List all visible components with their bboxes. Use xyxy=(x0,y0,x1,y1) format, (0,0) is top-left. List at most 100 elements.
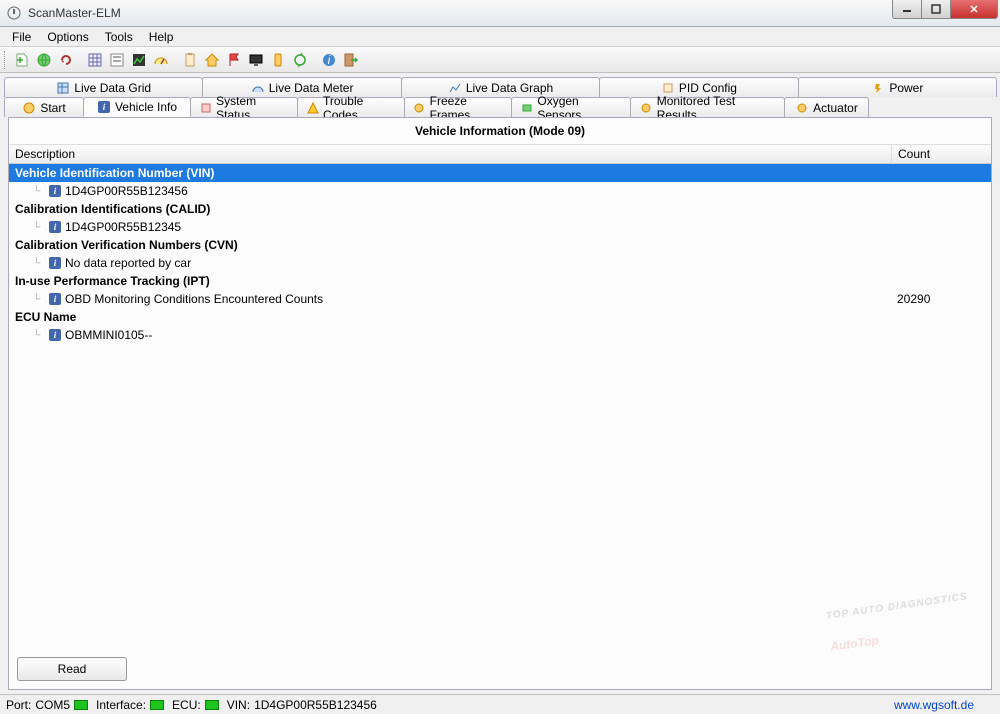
tree-row-text: 1D4GP00R55B12345 xyxy=(65,220,181,234)
panel-title: Vehicle Information (Mode 09) xyxy=(9,118,991,144)
refresh-icon[interactable] xyxy=(56,50,76,70)
window-title: ScanMaster-ELM xyxy=(26,6,893,20)
tab-monitored-test-results[interactable]: Monitored Test Results xyxy=(630,97,785,117)
form-icon[interactable] xyxy=(107,50,127,70)
tab-live-data-grid[interactable]: Live Data Grid xyxy=(4,77,203,97)
tab-label: Power xyxy=(889,81,923,95)
tree-row[interactable]: ECU Name xyxy=(9,308,991,326)
tree-row-text: OBMMINI0105-- xyxy=(65,328,152,342)
watermark-sub: TOP AUTO DIAGNOSTICS xyxy=(826,591,969,622)
sync-icon[interactable] xyxy=(290,50,310,70)
tree-row-text: In-use Performance Tracking (IPT) xyxy=(15,274,210,288)
tree-row[interactable]: In-use Performance Tracking (IPT) xyxy=(9,272,991,290)
gauge-icon[interactable] xyxy=(151,50,171,70)
tree-row[interactable]: Vehicle Identification Number (VIN) xyxy=(9,164,991,182)
menu-tools[interactable]: Tools xyxy=(97,28,141,46)
statusbar: Port: COM5 Interface: ECU: VIN: 1D4GP00R… xyxy=(0,694,1000,714)
tree-row[interactable]: └ i 1D4GP00R55B123456 xyxy=(9,182,991,200)
power-icon xyxy=(871,81,885,95)
menu-help[interactable]: Help xyxy=(141,28,182,46)
tree-row[interactable]: └iOBMMINI0105-- xyxy=(9,326,991,344)
status-ecu: ECU: xyxy=(172,698,219,712)
tab-power[interactable]: Power xyxy=(798,77,997,97)
tree-row-text: Calibration Verification Numbers (CVN) xyxy=(15,238,238,252)
freeze-icon xyxy=(413,101,426,115)
start-icon xyxy=(22,101,36,115)
tree-row[interactable]: Calibration Identifications (CALID) xyxy=(9,200,991,218)
tab-trouble-codes[interactable]: Trouble Codes xyxy=(297,97,405,117)
chart-icon[interactable] xyxy=(129,50,149,70)
status-icon xyxy=(199,101,212,115)
toolbar-grip xyxy=(4,51,8,69)
tree-connector-icon: └ xyxy=(33,258,45,269)
tab-label: Live Data Grid xyxy=(74,81,151,95)
tree-row-text: 1D4GP00R55B123456 xyxy=(65,184,188,198)
tab-label: Live Data Graph xyxy=(466,81,553,95)
tab-label: Start xyxy=(40,101,65,115)
watermark-main: AutoTop xyxy=(830,633,880,654)
tree-connector-icon: └ xyxy=(33,222,45,233)
warning-icon xyxy=(306,101,319,115)
column-count[interactable]: Count xyxy=(891,145,991,163)
maximize-button[interactable] xyxy=(921,0,951,19)
tree-row-text: Calibration Identifications (CALID) xyxy=(15,202,210,216)
tree-row-text: OBD Monitoring Conditions Encountered Co… xyxy=(65,292,323,306)
info-icon[interactable]: i xyxy=(319,50,339,70)
monitor-icon[interactable] xyxy=(246,50,266,70)
info-icon: i xyxy=(97,100,111,114)
tab-freeze-frames[interactable]: Freeze Frames xyxy=(404,97,512,117)
tree-view[interactable]: Vehicle Identification Number (VIN) └ i 1D4… xyxy=(9,164,991,344)
read-button[interactable]: Read xyxy=(17,657,127,681)
column-description[interactable]: Description xyxy=(9,147,891,161)
info-icon: i xyxy=(49,257,61,269)
titlebar: ScanMaster-ELM xyxy=(0,0,1000,27)
tab-vehicle-info[interactable]: i Vehicle Info xyxy=(83,97,191,117)
oxygen-icon xyxy=(520,101,533,115)
tree-row[interactable]: Calibration Verification Numbers (CVN) xyxy=(9,236,991,254)
device-icon[interactable] xyxy=(268,50,288,70)
config-icon xyxy=(661,81,675,95)
actuator-icon xyxy=(795,101,809,115)
info-icon: i xyxy=(49,221,61,233)
tab-label: Vehicle Info xyxy=(115,100,177,114)
grid-icon[interactable] xyxy=(85,50,105,70)
graph-icon xyxy=(448,81,462,95)
status-port: Port: COM5 xyxy=(6,698,88,712)
tab-label: Actuator xyxy=(813,101,858,115)
close-button[interactable] xyxy=(950,0,998,19)
info-icon: i xyxy=(49,185,61,197)
tab-system-status[interactable]: System Status xyxy=(190,97,298,117)
status-indicator-icon xyxy=(74,700,88,710)
tab-oxygen-sensors[interactable]: Oxygen Sensors xyxy=(511,97,631,117)
grid-icon xyxy=(56,81,70,95)
menu-options[interactable]: Options xyxy=(39,28,96,46)
menu-file[interactable]: File xyxy=(4,28,39,46)
clipboard-icon[interactable] xyxy=(180,50,200,70)
tree-row-text: No data reported by car xyxy=(65,256,191,270)
house-icon[interactable] xyxy=(202,50,222,70)
tree-row[interactable]: └ i OBD Monitoring Conditions Encountered … xyxy=(9,290,991,308)
tree-row-count: 20290 xyxy=(891,292,991,306)
minimize-button[interactable] xyxy=(892,0,922,19)
tree-connector-icon: └ xyxy=(33,294,45,305)
info-icon: i xyxy=(49,293,61,305)
menubar: File Options Tools Help xyxy=(0,27,1000,47)
website-link[interactable]: www.wgsoft.de xyxy=(894,698,974,712)
tree-row[interactable]: └ i No data reported by car xyxy=(9,254,991,272)
flag-icon[interactable] xyxy=(224,50,244,70)
grid-header: Description Count xyxy=(9,144,991,164)
tree-row-text: Vehicle Identification Number (VIN) xyxy=(15,166,214,180)
tab-actuator[interactable]: Actuator xyxy=(784,97,869,117)
toolbar: i xyxy=(0,47,1000,73)
tab-label: Live Data Meter xyxy=(269,81,354,95)
tree-connector-icon: └ xyxy=(33,186,45,197)
tab-label: PID Config xyxy=(679,81,737,95)
exit-icon[interactable] xyxy=(341,50,361,70)
new-icon[interactable] xyxy=(12,50,32,70)
tree-row-text: ECU Name xyxy=(15,310,76,324)
status-indicator-icon xyxy=(205,700,219,710)
tab-start[interactable]: Start xyxy=(4,97,84,117)
results-icon xyxy=(639,101,653,115)
tree-row[interactable]: └ i 1D4GP00R55B12345 xyxy=(9,218,991,236)
globe-icon[interactable] xyxy=(34,50,54,70)
